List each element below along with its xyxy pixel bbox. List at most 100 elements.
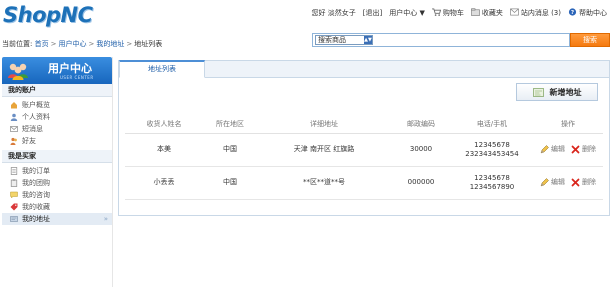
user-center-title: 用户中心	[48, 62, 92, 75]
favorites-link[interactable]: 收藏夹	[471, 8, 503, 18]
cell-phone: 12345678 232343453454	[451, 133, 533, 167]
delete-button[interactable]: 删除	[571, 145, 596, 154]
cell-zip: 000000	[391, 166, 451, 200]
logo-text: ShopNC	[3, 3, 93, 27]
sidebar-item-friends[interactable]: 好友	[2, 135, 112, 147]
envelope-icon	[10, 126, 18, 132]
sidebar-item-messages[interactable]: 短消息	[2, 123, 112, 135]
sidebar-item-profile[interactable]: 个人资料	[2, 111, 112, 123]
sidebar-item-label: 我的订单	[22, 167, 50, 175]
svg-text:?: ?	[571, 10, 574, 16]
home-icon	[11, 102, 17, 109]
dropdown-arrow-icon: ▲▼	[364, 36, 372, 44]
sidebar-item-account-overview[interactable]: 账户概览	[2, 99, 112, 111]
messages-link[interactable]: 站内消息 (3)	[510, 8, 561, 18]
column-header-region: 所在地区	[203, 116, 257, 134]
section-my-account: 我的账户	[2, 84, 112, 97]
caret-down-icon: ▼	[419, 9, 425, 17]
friends-icon	[10, 137, 17, 145]
sidebar-item-label: 我的地址	[22, 215, 50, 223]
document-icon	[10, 167, 18, 175]
help-icon: ?	[568, 8, 577, 16]
mail-icon	[510, 8, 519, 16]
breadcrumb-arrow-icon: >	[126, 40, 133, 48]
sidebar: 用户中心 USER CENTER 我的账户 账户概览 个人资料 短消息 好友 我…	[2, 57, 112, 228]
address-panel: 地址列表 新增地址 收货人姓名 所在地区 详细地址 邮政编码 电话/手机 操作	[118, 60, 610, 216]
edit-button[interactable]: 编辑	[540, 145, 565, 154]
table-row: 本美 中国 天津 南开区 红旗路 30000 12345678 23234345…	[125, 133, 603, 167]
delete-x-icon	[571, 145, 580, 154]
search-category-select[interactable]: 搜索商品 ▲▼	[315, 35, 373, 45]
phone-line: 12345678	[474, 173, 510, 182]
cart-link[interactable]: 购物车	[431, 8, 464, 18]
mobile-line: 1234567890	[469, 182, 515, 191]
user-center-subtitle: USER CENTER	[60, 75, 94, 80]
user-center-menu[interactable]: 用户中心 ▼	[389, 8, 425, 18]
delete-button[interactable]: 删除	[571, 178, 596, 187]
greeting-text: 您好 淡然女子	[311, 9, 356, 17]
sidebar-divider	[112, 57, 113, 287]
column-header-zip: 邮政编码	[391, 116, 451, 134]
user-center-label: 用户中心	[389, 9, 418, 17]
edit-label: 编辑	[551, 178, 565, 186]
folder-icon	[471, 8, 480, 16]
logo[interactable]: ShopNC	[3, 1, 93, 29]
address-table: 收货人姓名 所在地区 详细地址 邮政编码 电话/手机 操作 本美 中国 天津 南…	[125, 116, 603, 200]
sidebar-item-label: 个人资料	[22, 113, 50, 121]
add-address-button[interactable]: 新增地址	[516, 83, 598, 101]
sidebar-item-label: 我的咨询	[22, 191, 50, 199]
sidebar-item-label: 好友	[22, 137, 36, 145]
cart-label: 购物车	[442, 9, 464, 17]
cell-region: 中国	[203, 133, 257, 167]
phone-line: 12345678	[474, 140, 510, 149]
cell-actions: 编辑 删除	[533, 166, 603, 200]
search-bar: 搜索商品 ▲▼ 搜索	[312, 33, 610, 47]
breadcrumb-my-address[interactable]: 我的地址	[96, 40, 124, 48]
cart-icon	[431, 8, 441, 16]
cell-region: 中国	[203, 166, 257, 200]
sidebar-item-my-address[interactable]: 我的地址	[2, 213, 112, 225]
clipboard-icon	[10, 179, 18, 187]
column-header-actions: 操作	[533, 116, 603, 134]
cell-actions: 编辑 删除	[533, 133, 603, 167]
help-link[interactable]: ? 帮助中心	[568, 8, 607, 18]
tag-icon	[10, 203, 18, 211]
menu-buyer: 我的订单 我的团购 我的咨询 我的收藏 我的地址	[2, 163, 112, 228]
sidebar-item-label: 我的收藏	[22, 203, 50, 211]
edit-button[interactable]: 编辑	[540, 178, 565, 187]
sidebar-item-my-orders[interactable]: 我的订单	[2, 165, 112, 177]
cell-address: **区**道**号	[257, 166, 391, 200]
top-nav: 您好 淡然女子 [退出] 用户中心 ▼ 购物车 收藏夹 站内消息 (3) ? 帮…	[312, 8, 607, 18]
delete-label: 删除	[582, 178, 596, 186]
search-button[interactable]: 搜索	[570, 33, 610, 47]
column-header-name: 收货人姓名	[125, 116, 203, 134]
sidebar-item-label: 我的团购	[22, 179, 50, 187]
breadcrumb-arrow-icon: >	[88, 40, 95, 48]
cell-phone: 12345678 1234567890	[451, 166, 533, 200]
search-box: 搜索商品 ▲▼	[312, 33, 570, 47]
add-address-label: 新增地址	[549, 87, 582, 97]
mobile-line: 232343453454	[465, 149, 519, 158]
sidebar-item-my-groupbuy[interactable]: 我的团购	[2, 177, 112, 189]
favorites-label: 收藏夹	[481, 9, 503, 17]
add-address-icon	[532, 87, 544, 97]
menu-my-account: 账户概览 个人资料 短消息 好友	[2, 97, 112, 150]
logout-link[interactable]: [退出]	[363, 8, 382, 18]
sidebar-item-my-favorites[interactable]: 我的收藏	[2, 201, 112, 213]
sidebar-item-my-inquiries[interactable]: 我的咨询	[2, 189, 112, 201]
sidebar-item-label: 短消息	[22, 125, 43, 133]
delete-label: 删除	[582, 145, 596, 153]
column-header-address: 详细地址	[257, 116, 391, 134]
cell-address: 天津 南开区 红旗路	[257, 133, 391, 167]
users-avatar-icon	[8, 63, 28, 80]
edit-icon	[540, 145, 549, 154]
chat-bubble-icon	[10, 191, 18, 199]
cell-name: 小丢丢	[125, 166, 203, 200]
user-center-header: 用户中心 USER CENTER	[2, 57, 112, 84]
breadcrumb: 当前位置: 首页 > 用户中心 > 我的地址 > 地址列表	[2, 39, 162, 49]
help-label: 帮助中心	[579, 9, 607, 17]
breadcrumb-home[interactable]: 首页	[35, 40, 49, 48]
breadcrumb-user-center[interactable]: 用户中心	[58, 40, 86, 48]
search-input[interactable]	[373, 34, 569, 46]
tab-address-list[interactable]: 地址列表	[119, 60, 205, 78]
